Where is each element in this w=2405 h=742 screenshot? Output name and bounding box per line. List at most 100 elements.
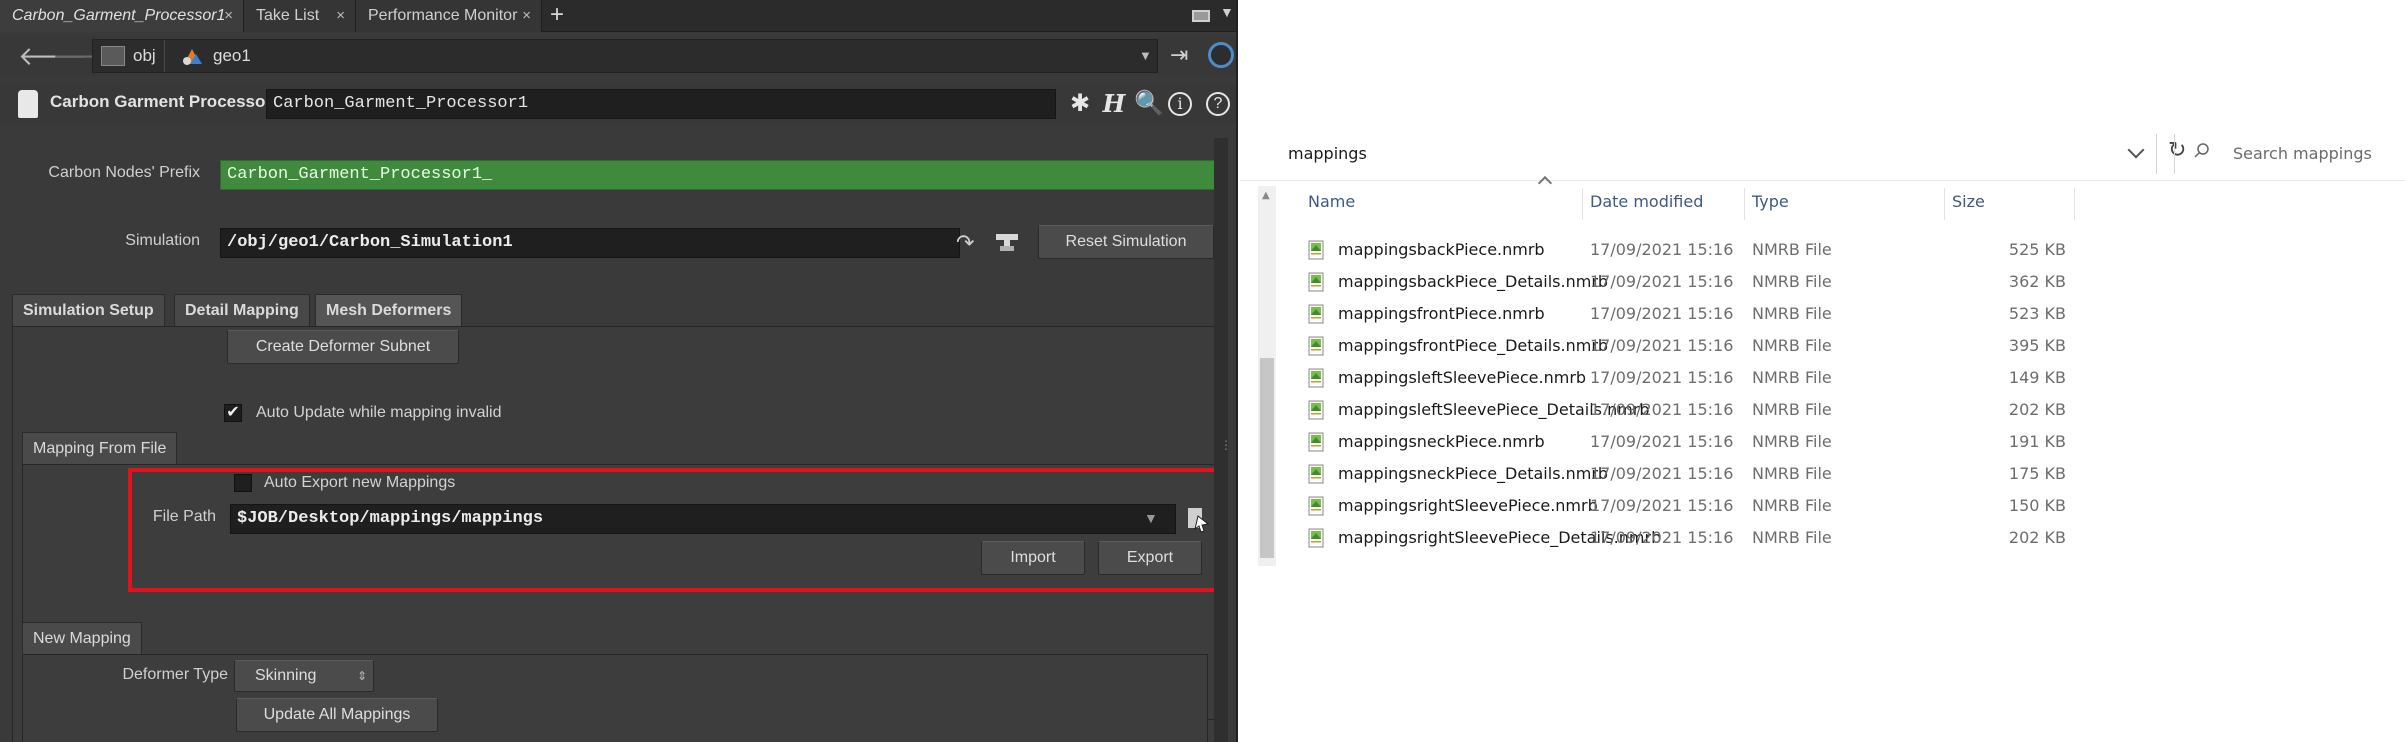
garment-node-icon [18, 90, 38, 118]
column-divider[interactable] [1944, 188, 1945, 220]
prefix-label: Carbon Nodes' Prefix [48, 164, 200, 181]
chevron-down-icon[interactable] [2127, 141, 2145, 159]
tab-carbon-garment-processor[interactable]: Carbon_Garment_Processor1 × [0, 0, 244, 32]
file-row[interactable]: mappingsbackPiece.nmrb 17/09/2021 15:16 NM… [1300, 234, 2405, 266]
column-date-modified[interactable]: Date modified [1590, 192, 1703, 211]
link-icon[interactable] [1208, 42, 1234, 68]
auto-update-label: Auto Update while mapping invalid [256, 404, 502, 421]
file-row[interactable]: mappingsrightSleevePiece_Details.nmrb 17/… [1300, 522, 2405, 554]
file-explorer: mappings ↻ Search mappings ▲ Name Date m… [1240, 0, 2405, 742]
column-size[interactable]: Size [1952, 192, 1985, 211]
nmrb-file-icon [1308, 336, 1326, 356]
create-deformer-subnet-button[interactable]: Create Deformer Subnet [227, 330, 459, 364]
prefix-field[interactable]: Carbon_Garment_Processor1_ [220, 160, 1216, 190]
file-type: NMRB File [1752, 464, 1832, 483]
file-type: NMRB File [1752, 432, 1832, 451]
file-row[interactable]: mappingsleftSleevePiece_Details.nmrb 17/0… [1300, 394, 2405, 426]
deformer-type-value: Skinning [255, 667, 317, 684]
tab-label: Carbon_Garment_Processor1 [12, 7, 226, 24]
file-chooser-icon[interactable] [1184, 504, 1212, 534]
add-tab-button[interactable]: + [550, 0, 564, 32]
file-row[interactable]: mappingsbackPiece_Details.nmrb 17/09/2021… [1300, 266, 2405, 298]
file-date: 17/09/2021 15:16 [1590, 528, 1734, 547]
file-name: mappingsneckPiece.nmrb [1338, 432, 1545, 451]
pane-tab-bar: Carbon_Garment_Processor1 × Take List × … [0, 0, 1236, 32]
auto-export-checkbox[interactable] [234, 474, 252, 492]
file-row[interactable]: mappingsfrontPiece_Details.nmrb 17/09/202… [1300, 330, 2405, 362]
simulation-path-field[interactable]: /obj/geo1/Carbon_Simulation1 [220, 228, 960, 258]
scrollbar-thumb[interactable] [1260, 358, 1274, 558]
tab-mesh-deformers[interactable]: Mesh Deformers [315, 294, 463, 326]
file-name: mappingsfrontPiece.nmrb [1338, 304, 1545, 323]
jump-to-node-icon[interactable]: ↷ [956, 230, 974, 256]
path-bar: 🡐 🡒 obj geo1 ▼ ⇥ [0, 36, 1236, 76]
reset-simulation-button[interactable]: Reset Simulation [1038, 225, 1214, 259]
close-icon[interactable]: × [522, 0, 531, 32]
file-row[interactable]: mappingsneckPiece_Details.nmrb 17/09/2021… [1300, 458, 2405, 490]
help-icon[interactable]: ? [1206, 92, 1230, 116]
tab-simulation-setup[interactable]: Simulation Setup [12, 294, 165, 326]
auto-update-checkbox[interactable]: ✔ [224, 404, 242, 422]
file-path-field[interactable]: $JOB/Desktop/mappings/mappings [230, 504, 1176, 534]
file-row[interactable]: mappingsrightSleevePiece.nmrb 17/09/2021 … [1300, 490, 2405, 522]
tab-performance-monitor[interactable]: Performance Monitor × [356, 0, 542, 32]
import-button[interactable]: Import [981, 541, 1085, 575]
file-size: 191 KB [2008, 432, 2066, 451]
nmrb-file-icon [1308, 496, 1326, 516]
update-all-mappings-button[interactable]: Update All Mappings [236, 698, 438, 732]
chevron-down-icon[interactable]: ▼ [1144, 510, 1158, 526]
info-icon[interactable]: i [1168, 92, 1192, 116]
export-button[interactable]: Export [1098, 541, 1202, 575]
file-type: NMRB File [1752, 368, 1832, 387]
file-type: NMRB File [1752, 272, 1832, 291]
node-header: Carbon Garment Processor Carbon_Garment_… [0, 84, 1236, 124]
file-date: 17/09/2021 15:16 [1590, 240, 1734, 259]
chevron-down-icon[interactable]: ▼ [1220, 4, 1234, 20]
gear-icon[interactable]: ✱ [1066, 90, 1094, 118]
file-row[interactable]: mappingsfrontPiece.nmrb 17/09/2021 15:16 N… [1300, 298, 2405, 330]
file-size: 175 KB [2008, 464, 2066, 483]
search-icon[interactable]: 🔍 [1134, 90, 1164, 118]
column-type[interactable]: Type [1752, 192, 1789, 211]
vertical-scrollbar[interactable]: ▲ [1258, 186, 1276, 566]
column-divider[interactable] [1744, 188, 1745, 220]
search-placeholder: Search mappings [2233, 144, 2372, 163]
scroll-up-icon[interactable]: ▲ [1262, 190, 1270, 201]
file-row[interactable]: mappingsleftSleevePiece.nmrb 17/09/2021 1… [1300, 362, 2405, 394]
file-size: 395 KB [2008, 336, 2066, 355]
close-icon[interactable]: × [336, 0, 345, 32]
nmrb-file-icon [1308, 368, 1326, 388]
tab-new-mapping[interactable]: New Mapping [22, 622, 142, 654]
houdini-help-icon[interactable]: H [1100, 90, 1128, 118]
nmrb-file-icon [1308, 240, 1326, 260]
file-size: 202 KB [2008, 400, 2066, 419]
splitter-handle-icon[interactable]: ⋮ [1220, 438, 1232, 452]
file-type: NMRB File [1752, 528, 1832, 547]
file-type: NMRB File [1752, 496, 1832, 515]
obj-network-icon [101, 46, 125, 66]
file-path-label: File Path [152, 508, 216, 525]
chevron-down-icon[interactable]: ▼ [1139, 48, 1152, 63]
crumb-geo1[interactable]: geo1 [213, 40, 251, 72]
file-type: NMRB File [1752, 240, 1832, 259]
tab-take-list[interactable]: Take List × [244, 0, 356, 32]
file-name: mappingsbackPiece_Details.nmrb [1338, 272, 1609, 291]
column-divider[interactable] [1582, 188, 1583, 220]
tab-detail-mapping[interactable]: Detail Mapping [174, 294, 310, 326]
close-icon[interactable]: × [224, 0, 233, 32]
pin-icon[interactable]: ⇥ [1170, 42, 1188, 68]
tab-mapping-from-file[interactable]: Mapping From File [22, 432, 178, 464]
nmrb-file-icon [1308, 304, 1326, 324]
deformer-type-select[interactable]: Skinning ⇕ [234, 660, 374, 692]
file-row[interactable]: mappingsneckPiece.nmrb 17/09/2021 15:16 NM… [1300, 426, 2405, 458]
pane-layout-icon[interactable] [1192, 10, 1210, 22]
search-box[interactable]: Search mappings [2174, 134, 2405, 174]
node-chooser-icon[interactable] [992, 228, 1022, 258]
file-date: 17/09/2021 15:16 [1590, 336, 1734, 355]
column-name[interactable]: Name [1308, 192, 1355, 211]
node-name-field[interactable]: Carbon_Garment_Processor1 [266, 89, 1056, 119]
file-size: 523 KB [2008, 304, 2066, 323]
column-divider[interactable] [2074, 188, 2075, 220]
file-name: mappingsleftSleevePiece.nmrb [1338, 368, 1587, 387]
file-size: 525 KB [2008, 240, 2066, 259]
